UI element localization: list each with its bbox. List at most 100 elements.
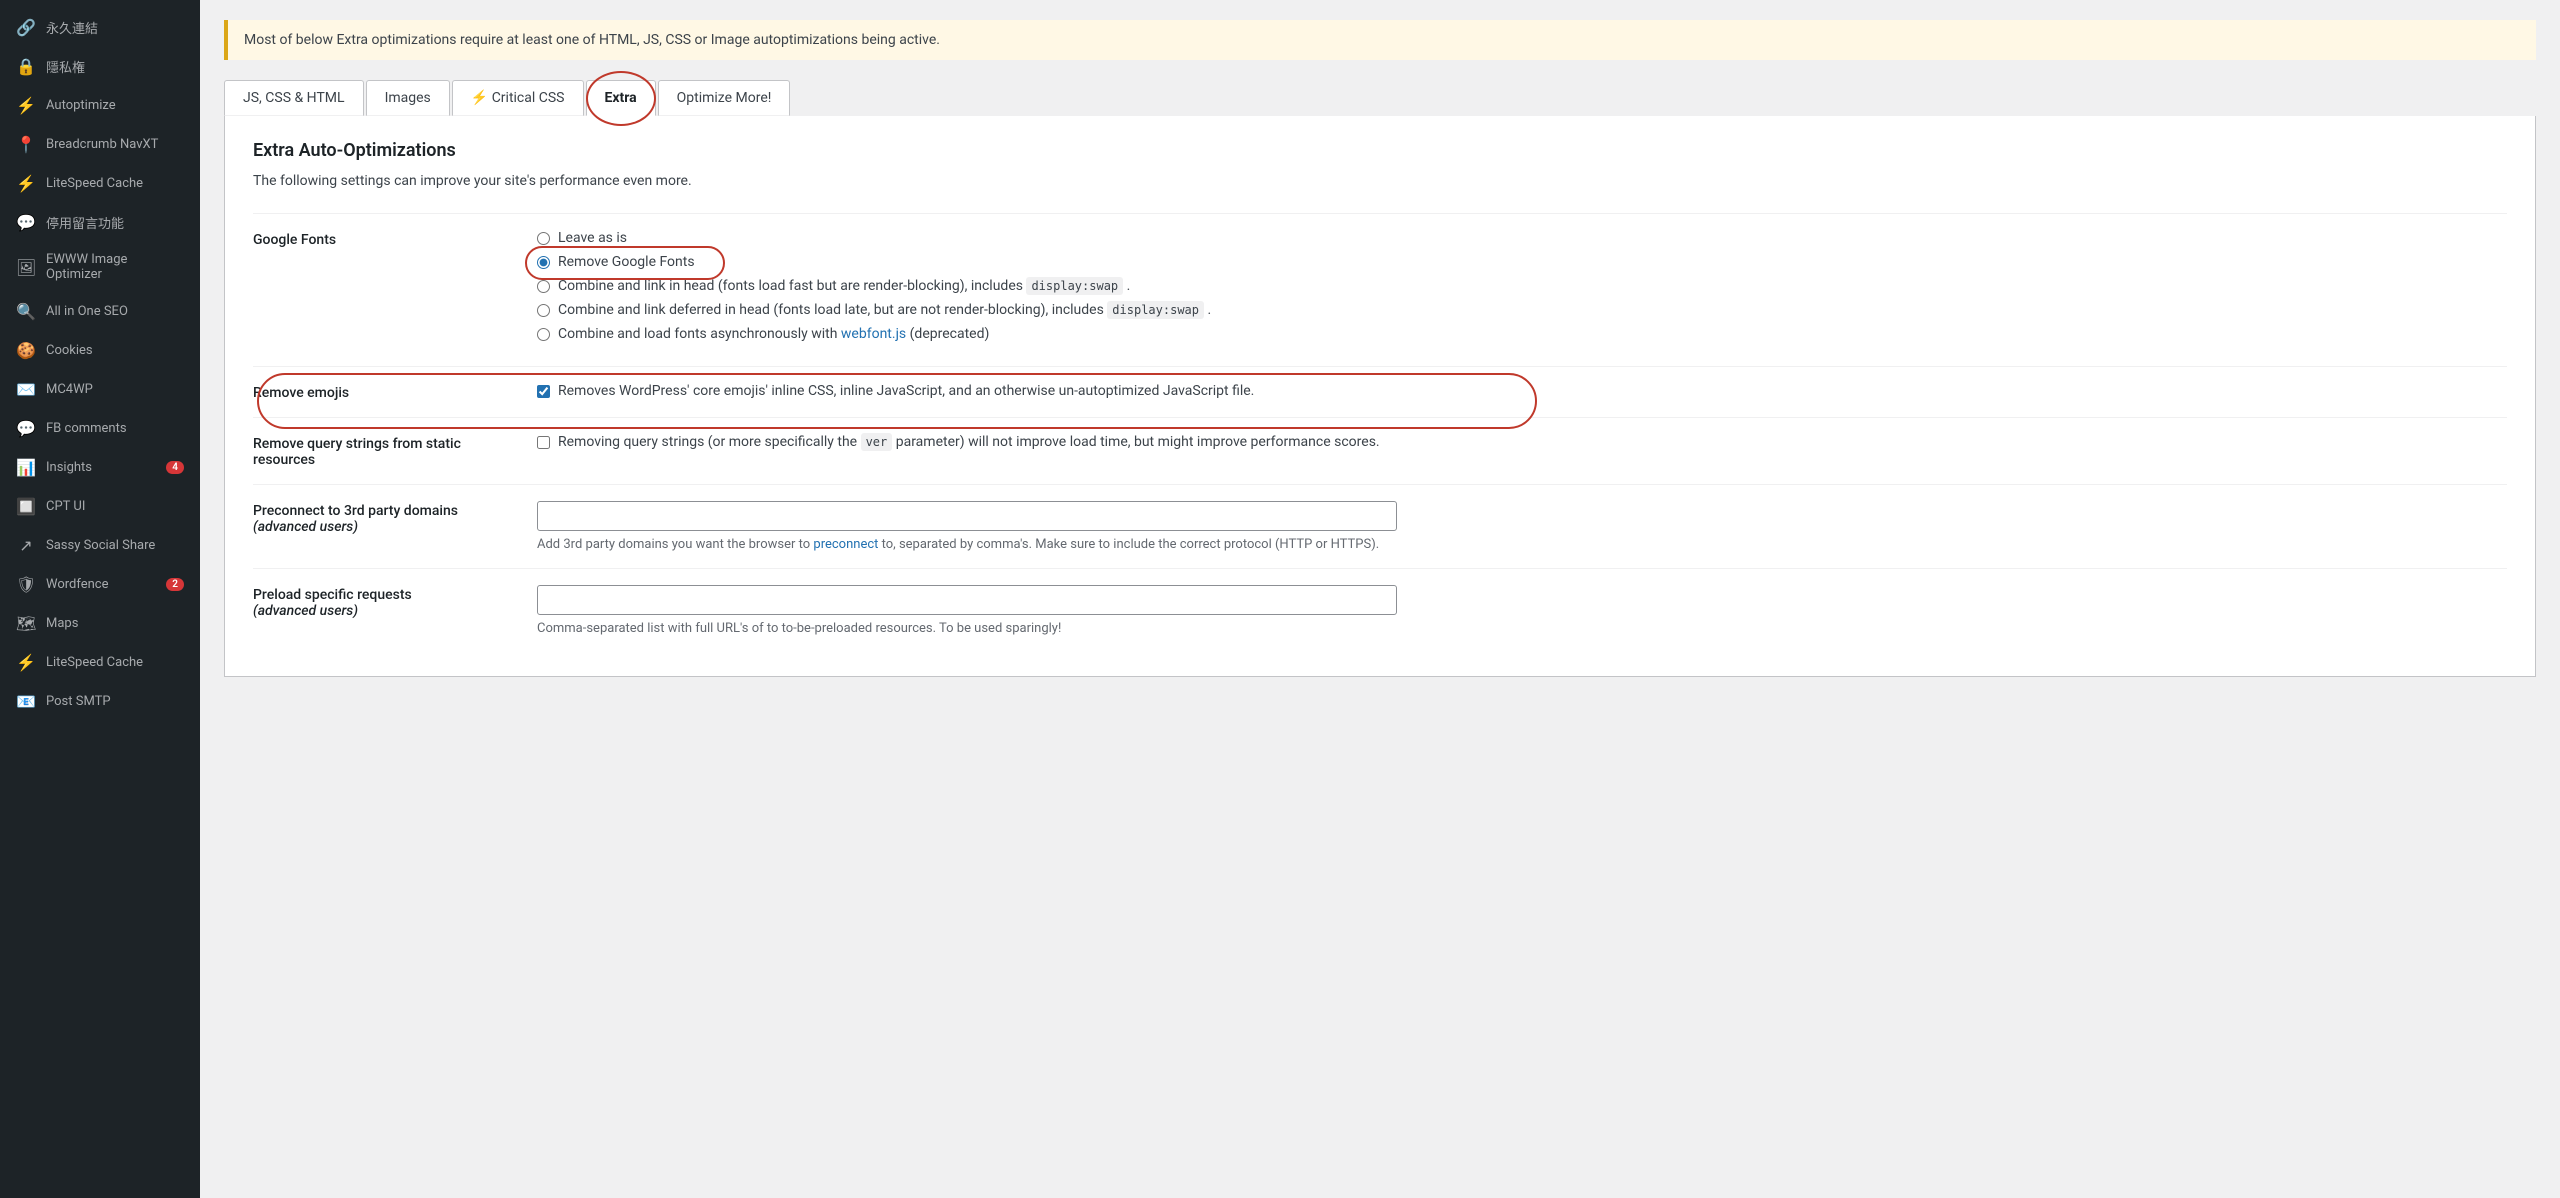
sidebar-item-label: Cookies [46, 343, 93, 358]
sassysocialshare-icon: ↗ [16, 536, 36, 555]
sidebar-item-label: Wordfence [46, 577, 109, 592]
tab-extra[interactable]: Extra [586, 80, 656, 116]
sidebar-item-autoptimize[interactable]: ⚡ Autoptimize [0, 86, 200, 125]
sidebar-item-label: Breadcrumb NavXT [46, 137, 158, 152]
sidebar-item-litespeed2[interactable]: ⚡ LiteSpeed Cache [0, 643, 200, 682]
radio-combine-head-input[interactable] [537, 280, 550, 293]
preconnect-input[interactable] [537, 501, 1397, 531]
preload-row: Preload specific requests (advanced user… [253, 568, 2507, 652]
panel-description: The following settings can improve your … [253, 173, 2507, 189]
sidebar-item-label: 永久連結 [46, 18, 98, 37]
sidebar-item-label: 隱私権 [46, 57, 85, 76]
sidebar-item-label: EWWW Image Optimizer [46, 252, 184, 282]
sidebar-item-label: Post SMTP [46, 694, 111, 709]
preload-desc: Comma-separated list with full URL's of … [537, 621, 2507, 636]
sidebar-item-breadcrumb[interactable]: 📍 Breadcrumb NavXT [0, 125, 200, 164]
sidebar-item-insights[interactable]: 📊 Insights 4 [0, 448, 200, 487]
panel-title: Extra Auto-Optimizations [253, 140, 2507, 161]
checkbox-remove-query-strings-desc: Removing query strings (or more specific… [558, 434, 1380, 450]
sidebar-item-label: MC4WP [46, 382, 93, 397]
checkbox-remove-query-strings[interactable]: Removing query strings (or more specific… [537, 434, 2507, 450]
remove-fonts-wrap: Remove Google Fonts [537, 254, 695, 270]
content-panel: Extra Auto-Optimizations The following s… [224, 116, 2536, 677]
remove-query-strings-row: Remove query strings from static resourc… [253, 417, 2507, 484]
preconnect-label: Preconnect to 3rd party domains (advance… [253, 501, 513, 535]
radio-combine-head[interactable]: Combine and link in head (fonts load fas… [537, 278, 2507, 294]
sidebar-item-label: 停用留言功能 [46, 213, 124, 232]
google-fonts-label: Google Fonts [253, 230, 513, 248]
sidebar-item-privacy[interactable]: 🔒 隱私権 [0, 47, 200, 86]
preconnect-content: Add 3rd party domains you want the brows… [537, 501, 2507, 552]
google-fonts-content: Leave as is Remove Google Fonts Combine … [537, 230, 2507, 350]
sidebar-item-label: Maps [46, 616, 78, 631]
code-display-swap-1: display:swap [1026, 277, 1123, 295]
fbcomments-icon: 💬 [16, 419, 36, 438]
preload-input[interactable] [537, 585, 1397, 615]
remove-query-strings-content: Removing query strings (or more specific… [537, 434, 2507, 450]
radio-combine-async-label: Combine and load fonts asynchronously wi… [558, 326, 989, 342]
sidebar-item-cptui[interactable]: 🔲 CPT UI [0, 487, 200, 526]
wordfence-badge: 2 [166, 578, 184, 591]
sidebar-item-litespeed[interactable]: ⚡ LiteSpeed Cache [0, 164, 200, 203]
privacy-icon: 🔒 [16, 57, 36, 76]
sidebar-item-wordfence[interactable]: 🛡 Wordfence 2 [0, 565, 200, 604]
checkbox-remove-emojis[interactable]: Removes WordPress' core emojis' inline C… [537, 383, 2507, 399]
tab-images[interactable]: Images [366, 80, 450, 116]
preconnect-link[interactable]: preconnect [813, 537, 878, 552]
tab-criticalcss[interactable]: ⚡ Critical CSS [452, 80, 584, 116]
checkbox-remove-emojis-desc: Removes WordPress' core emojis' inline C… [558, 383, 1254, 399]
sidebar-item-ewww[interactable]: 🖼 EWWW Image Optimizer [0, 242, 200, 292]
sidebar-item-label: All in One SEO [46, 304, 128, 319]
checkbox-remove-query-strings-input[interactable] [537, 436, 550, 449]
postsmtp-icon: 📧 [16, 692, 36, 711]
radio-combine-async-input[interactable] [537, 328, 550, 341]
radio-leave-as-is-input[interactable] [537, 232, 550, 245]
radio-combine-async[interactable]: Combine and load fonts asynchronously wi… [537, 326, 2507, 342]
sidebar-item-label: LiteSpeed Cache [46, 655, 143, 670]
code-display-swap-2: display:swap [1107, 301, 1204, 319]
radio-leave-as-is[interactable]: Leave as is [537, 230, 2507, 246]
radio-combine-defer-label: Combine and link deferred in head (fonts… [558, 302, 1211, 318]
radio-remove-google-fonts[interactable]: Remove Google Fonts [537, 254, 2507, 270]
checkbox-remove-emojis-input[interactable] [537, 385, 550, 398]
webfont-link[interactable]: webfont.js [841, 326, 906, 342]
sidebar-item-stopcomments[interactable]: 💬 停用留言功能 [0, 203, 200, 242]
sidebar-item-maps[interactable]: 🗺 Maps [0, 604, 200, 643]
preload-sublabel: (advanced users) [253, 603, 358, 619]
stopcomments-icon: 💬 [16, 213, 36, 232]
sidebar-item-cookies[interactable]: 🍪 Cookies [0, 331, 200, 370]
sidebar-item-mc4wp[interactable]: ✉️ MC4WP [0, 370, 200, 409]
ewww-icon: 🖼 [16, 258, 36, 277]
litespeed2-icon: ⚡ [16, 653, 36, 672]
sidebar-item-label: Sassy Social Share [46, 538, 155, 553]
mc4wp-icon: ✉️ [16, 380, 36, 399]
radio-combine-defer-input[interactable] [537, 304, 550, 317]
tab-optimizemore[interactable]: Optimize More! [658, 80, 791, 116]
preconnect-sublabel: (advanced users) [253, 519, 358, 535]
sidebar-item-sassysocialshare[interactable]: ↗ Sassy Social Share [0, 526, 200, 565]
seo-icon: 🔍 [16, 302, 36, 321]
sidebar-item-label: LiteSpeed Cache [46, 176, 143, 191]
maps-icon: 🗺 [16, 614, 36, 633]
sidebar-item-allinoneseo[interactable]: 🔍 All in One SEO [0, 292, 200, 331]
sidebar-item-label: Insights [46, 460, 92, 475]
sidebar-item-permalinks[interactable]: 🔗 永久連結 [0, 8, 200, 47]
sidebar-item-fbcomments[interactable]: 💬 FB comments [0, 409, 200, 448]
tabs-bar: JS, CSS & HTML Images ⚡ Critical CSS Ext… [224, 80, 2536, 116]
radio-combine-defer[interactable]: Combine and link deferred in head (fonts… [537, 302, 2507, 318]
insights-icon: 📊 [16, 458, 36, 477]
sidebar: 🔗 永久連結 🔒 隱私権 ⚡ Autoptimize 📍 Breadcrumb … [0, 0, 200, 1198]
warning-text: Most of below Extra optimizations requir… [244, 32, 940, 48]
radio-remove-google-fonts-label: Remove Google Fonts [558, 254, 695, 270]
preconnect-row: Preconnect to 3rd party domains (advance… [253, 484, 2507, 568]
breadcrumb-icon: 📍 [16, 135, 36, 154]
radio-leave-as-is-label: Leave as is [558, 230, 627, 246]
radio-remove-google-fonts-input[interactable] [537, 256, 550, 269]
sidebar-item-label: CPT UI [46, 499, 85, 514]
code-ver: ver [861, 433, 893, 451]
sidebar-item-postsmtp[interactable]: 📧 Post SMTP [0, 682, 200, 721]
radio-combine-head-label: Combine and link in head (fonts load fas… [558, 278, 1130, 294]
tab-jscsshtml[interactable]: JS, CSS & HTML [224, 80, 364, 116]
preconnect-desc: Add 3rd party domains you want the brows… [537, 537, 2507, 552]
remove-emojis-label: Remove emojis [253, 383, 513, 401]
